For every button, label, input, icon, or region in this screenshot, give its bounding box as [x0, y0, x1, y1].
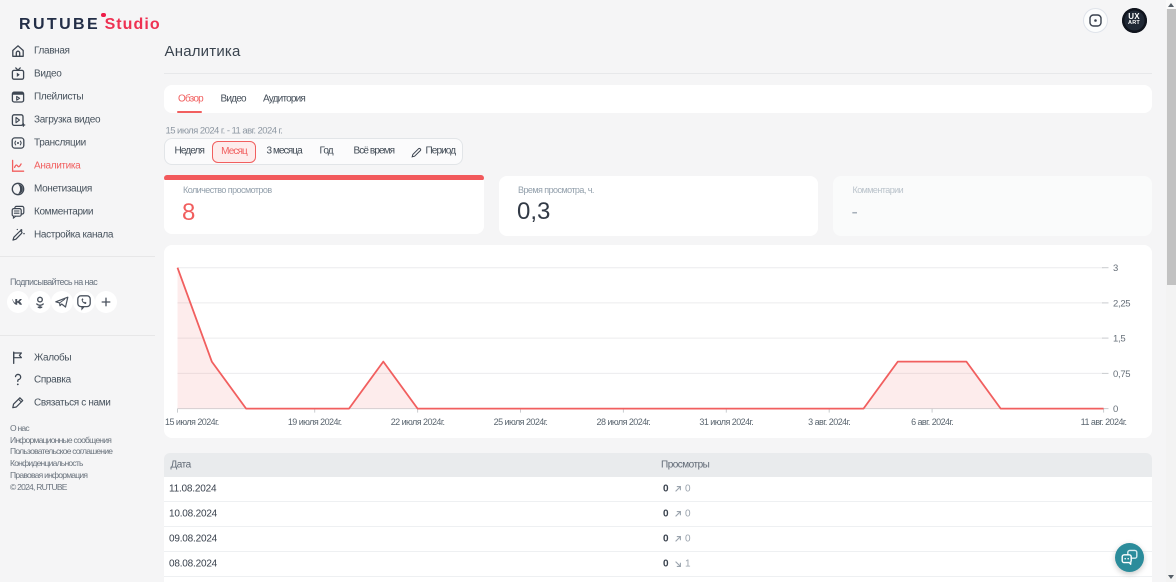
svg-text:31 июля 2024г.: 31 июля 2024г. [699, 417, 753, 427]
svg-text:25 июля 2024г.: 25 июля 2024г. [493, 417, 547, 427]
svg-text:15 июля 2024г.: 15 июля 2024г. [165, 417, 219, 427]
svg-text:0,75: 0,75 [1113, 369, 1130, 380]
svg-text:6 авг. 2024г.: 6 авг. 2024г. [911, 417, 953, 427]
svg-text:19 июля 2024г.: 19 июля 2024г. [287, 417, 341, 427]
svg-text:3 авг. 2024г.: 3 авг. 2024г. [808, 417, 850, 427]
svg-text:0: 0 [1113, 404, 1118, 415]
svg-text:11 авг. 2024г.: 11 авг. 2024г. [1080, 417, 1126, 427]
svg-text:1,5: 1,5 [1113, 334, 1125, 345]
svg-text:3: 3 [1113, 263, 1118, 274]
svg-text:2,25: 2,25 [1113, 298, 1130, 309]
svg-text:28 июля 2024г.: 28 июля 2024г. [596, 417, 650, 427]
svg-text:22 июля 2024г.: 22 июля 2024г. [390, 417, 444, 427]
